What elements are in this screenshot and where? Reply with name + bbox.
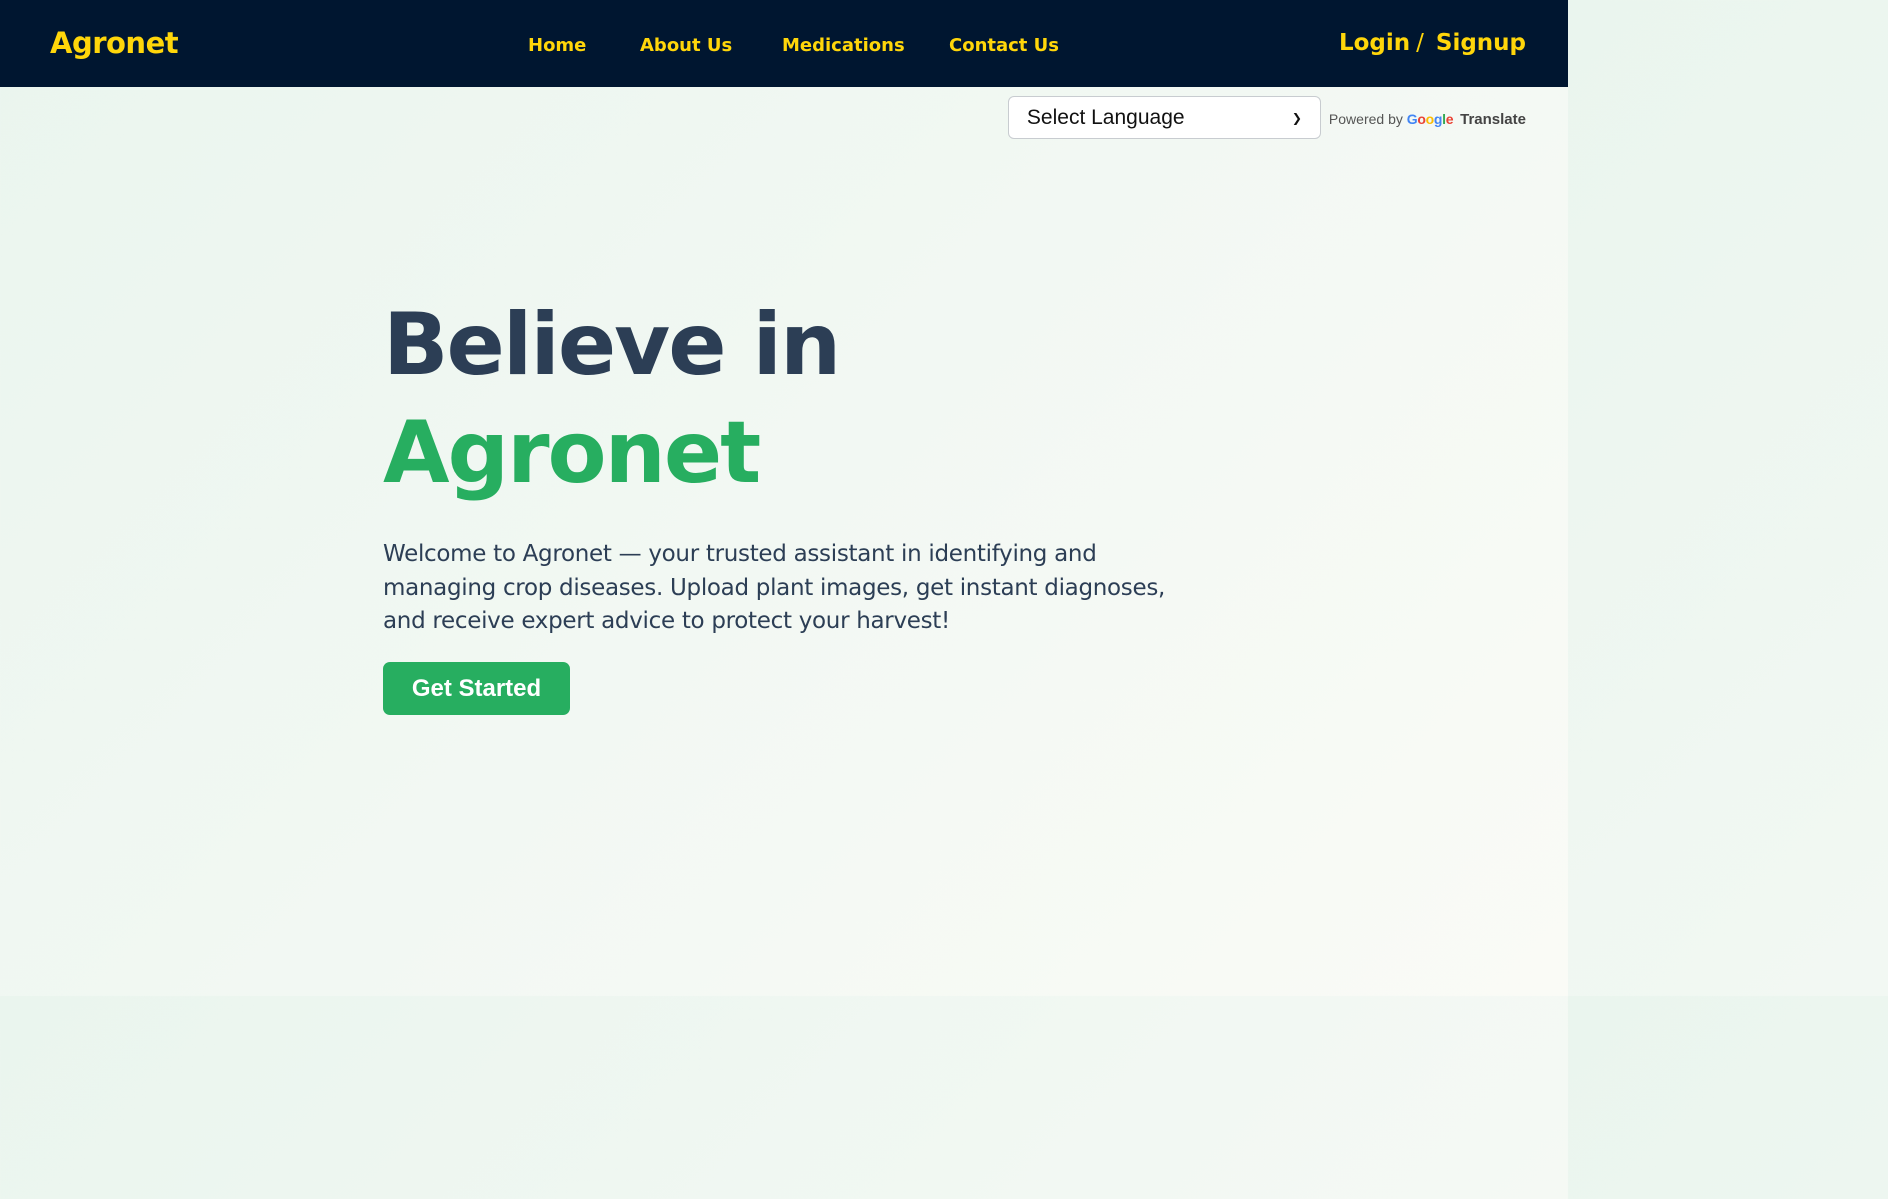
auth-separator: /: [1416, 30, 1424, 56]
language-select[interactable]: Select Language ❯: [1007, 96, 1321, 139]
top-navbar: Agronet Home About Us Medications Contac…: [0, 0, 1568, 87]
login-link[interactable]: Login: [1339, 30, 1410, 56]
powered-by-label: Powered by: [1328, 111, 1403, 127]
brand-logo[interactable]: Agronet: [50, 26, 179, 60]
hero-section: Believe in Agronet Welcome to Agronet — …: [383, 296, 1203, 639]
nav-contact-us[interactable]: Contact Us: [949, 35, 1059, 56]
google-translate-widget: Select Language ❯ Powered by Google Tran…: [1007, 96, 1526, 139]
auth-links: Login / Signup: [1339, 30, 1526, 56]
google-letter: e: [1445, 111, 1454, 127]
nav-home[interactable]: Home: [528, 35, 586, 56]
google-letter: o: [1417, 111, 1426, 127]
hero-title-line1: Believe in: [383, 295, 841, 395]
translate-label: Translate: [1460, 111, 1526, 128]
google-letter: o: [1425, 111, 1435, 127]
language-select-value: Select Language: [1026, 105, 1185, 129]
nav-about-us[interactable]: About Us: [640, 35, 732, 56]
get-started-button[interactable]: Get Started: [383, 662, 570, 715]
chevron-down-icon: ❯: [1291, 110, 1302, 125]
hero-title-line2: Agronet: [383, 403, 761, 503]
google-logo[interactable]: Google: [1406, 111, 1454, 127]
google-letter: G: [1406, 111, 1418, 127]
nav-medications[interactable]: Medications: [782, 35, 905, 56]
google-letter: g: [1433, 111, 1443, 127]
signup-link[interactable]: Signup: [1436, 30, 1526, 56]
powered-by-google: Powered by Google Translate: [1329, 111, 1526, 128]
hero-description: Welcome to Agronet — your trusted assist…: [383, 541, 1166, 634]
